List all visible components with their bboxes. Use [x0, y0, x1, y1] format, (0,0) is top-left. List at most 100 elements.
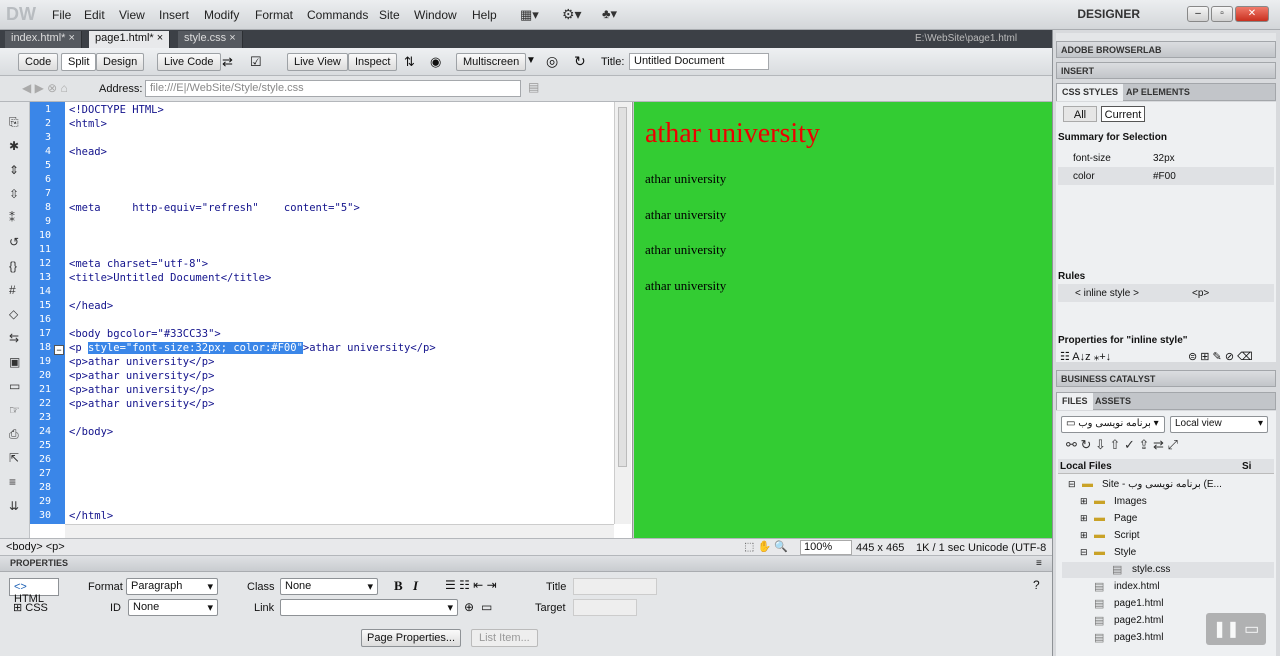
menu-site[interactable]: Site — [379, 8, 400, 22]
files-toolbar-icons[interactable]: ⚯ ↻ ⇩ ⇧ ✓ ⇪ ⇄ ⤢ — [1066, 437, 1178, 453]
code-line[interactable]: <body bgcolor="#33CC33"> — [69, 328, 221, 340]
file-tree-item[interactable]: ⊟ ▬ Style — [1062, 545, 1274, 561]
italic-button[interactable]: I — [413, 578, 418, 594]
current-button[interactable]: Current — [1101, 106, 1145, 122]
code-line[interactable]: <p>athar university</p> — [69, 398, 214, 410]
file-tree-item[interactable]: ⊞ ▬ Images — [1062, 494, 1274, 510]
browserlab-panel-header[interactable]: ADOBE BROWSERLAB — [1056, 41, 1276, 58]
workspace-switcher[interactable]: DESIGNER — [1077, 7, 1140, 21]
coding-toolbar-icons[interactable]: ⎘ ✱ ⇕ ⇳ ⁑ ↺{} # ◇ ⇆ ▣ ▭ ☞ ⎙ ⇱ ≡ ⇊ — [9, 110, 20, 518]
code-line[interactable]: </html> — [69, 510, 113, 522]
expand-icon[interactable]: ⊞ — [1080, 530, 1088, 541]
preview-browser-icon[interactable]: ◉ — [430, 54, 441, 70]
format-select[interactable]: Paragraph ▾ — [126, 578, 218, 595]
code-view-button[interactable]: Code — [18, 53, 59, 71]
address-input[interactable]: file:///E|/WebSite/Style/style.css — [145, 80, 521, 97]
inspect-button[interactable]: Inspect — [348, 53, 398, 71]
chevron-down-icon[interactable]: ▼ — [526, 55, 536, 66]
code-line[interactable]: <meta http-equiv="refresh" content="5"> — [69, 202, 360, 214]
expand-icon[interactable]: ⊟ — [1068, 479, 1076, 490]
point-to-file-icon[interactable]: ⊕ — [464, 600, 474, 614]
code-line[interactable]: <head> — [69, 146, 107, 158]
menu-edit[interactable]: Edit — [84, 8, 105, 22]
design-view-button[interactable]: Design — [96, 53, 145, 71]
code-line[interactable]: <p>athar university</p> — [69, 384, 214, 396]
id-select[interactable]: None ▾ — [128, 599, 218, 616]
layout-icon[interactable]: ▦▾ — [520, 7, 539, 23]
document-title-input[interactable]: Untitled Document — [629, 53, 769, 70]
business-catalyst-header[interactable]: BUSINESS CATALYST — [1056, 370, 1276, 387]
tab-ap-elements[interactable]: AP ELEMENTS — [1121, 84, 1195, 101]
vertical-scrollbar[interactable] — [614, 102, 631, 524]
menu-insert[interactable]: Insert — [159, 8, 189, 22]
collapse-icon[interactable]: − — [54, 345, 64, 355]
tab-assets[interactable]: ASSETS — [1090, 393, 1136, 410]
visual-aids-icon[interactable]: ◎ — [546, 53, 558, 70]
back-icon[interactable]: ◀ ▶ ⊗ ⌂ — [22, 81, 68, 95]
video-controls-overlay[interactable]: ❚❚ ▭ — [1206, 613, 1266, 645]
title-prop-input[interactable] — [573, 578, 657, 595]
code-line[interactable]: <!DOCTYPE HTML> — [69, 104, 164, 116]
help-icon[interactable]: ? — [1033, 578, 1040, 592]
close-icon[interactable]: × — [157, 32, 163, 44]
code-line[interactable]: </body> — [69, 426, 113, 438]
insert-panel-header[interactable]: INSERT — [1056, 62, 1276, 79]
debug-icon[interactable]: ⇄ — [222, 54, 233, 70]
select-tools-icon[interactable]: ⬚ ✋ 🔍 — [744, 540, 788, 553]
window-size[interactable]: 445 x 465 — [856, 542, 904, 554]
code-line[interactable]: <p>athar university</p> — [69, 356, 214, 368]
file-management-icon[interactable]: ⇅ — [404, 54, 415, 70]
site-select[interactable]: ▭ برنامه نویسی وب ▾ — [1061, 416, 1165, 433]
target-select[interactable] — [573, 599, 637, 616]
maximize-button[interactable]: ▫ — [1211, 6, 1233, 22]
code-line[interactable]: </head> — [69, 300, 113, 312]
css-mode-button[interactable]: ⊞ CSS — [9, 601, 52, 614]
design-view[interactable]: athar university athar university athar u… — [634, 102, 1052, 538]
gear-icon[interactable]: ⚙▾ — [562, 6, 582, 23]
menu-commands[interactable]: Commands — [307, 8, 368, 22]
refresh-icon[interactable]: ↻ — [574, 53, 586, 70]
multiscreen-button[interactable]: Multiscreen — [456, 53, 527, 71]
horizontal-scrollbar[interactable] — [65, 524, 614, 538]
file-tree-item[interactable]: ▤ style.css — [1062, 562, 1274, 578]
file-tree-item[interactable]: ⊞ ▬ Script — [1062, 528, 1274, 544]
code-line[interactable]: <meta charset="utf-8"> — [69, 258, 208, 270]
expand-icon[interactable]: ⊟ — [1080, 547, 1088, 558]
panel-menu-icon[interactable]: ≡ — [1036, 558, 1042, 569]
code-line[interactable]: <p>athar university</p> — [69, 370, 214, 382]
file-tree-item[interactable]: ▤ index.html — [1062, 579, 1274, 595]
close-icon[interactable]: × — [68, 32, 74, 44]
code-line[interactable]: <title>Untitled Document</title> — [69, 272, 271, 284]
link-input[interactable]: ▾ — [280, 599, 458, 616]
expand-icon[interactable]: ⊞ — [1080, 496, 1088, 507]
browse-icon[interactable]: ▤ — [528, 80, 539, 94]
zoom-select[interactable]: 100% — [800, 540, 852, 555]
class-select[interactable]: None ▾ — [280, 578, 378, 595]
tab-style-css[interactable]: style.css × — [178, 31, 243, 48]
menu-view[interactable]: View — [119, 8, 145, 22]
menu-file[interactable]: File — [52, 8, 71, 22]
folder-icon[interactable]: ▭ — [481, 600, 492, 614]
menu-format[interactable]: Format — [255, 8, 293, 22]
menu-help[interactable]: Help — [472, 8, 497, 22]
minimize-button[interactable]: – — [1187, 6, 1209, 22]
tab-index-html[interactable]: index.html* × — [5, 31, 82, 48]
scroll-thumb[interactable] — [618, 107, 627, 467]
all-button[interactable]: All — [1063, 106, 1097, 122]
list-format-icons[interactable]: ☰ ☷ ⇤ ⇥ — [445, 578, 497, 592]
validate-icon[interactable]: ☑ — [250, 54, 262, 70]
file-tree-item[interactable]: ⊟ ▬ Site - برنامه نویسی وب (E... — [1062, 477, 1274, 493]
bold-button[interactable]: B — [394, 578, 403, 594]
tag-selector[interactable]: <body> <p> — [6, 541, 65, 553]
tab-files[interactable]: FILES — [1057, 393, 1093, 410]
tab-css-styles[interactable]: CSS STYLES — [1057, 84, 1124, 101]
file-tree-item[interactable]: ⊞ ▬ Page — [1062, 511, 1274, 527]
code-editor[interactable] — [0, 102, 633, 538]
split-view-button[interactable]: Split — [61, 53, 97, 71]
close-button[interactable]: ✕ — [1235, 6, 1269, 22]
tab-page1-html[interactable]: page1.html* × — [89, 31, 171, 48]
css-action-icons[interactable]: ⊜ ⊞ ✎ ⊘ ⌫ — [1188, 350, 1253, 363]
code-line[interactable]: <html> — [69, 118, 107, 130]
file-tree-item[interactable]: ▤ page1.html — [1062, 596, 1274, 612]
menu-window[interactable]: Window — [414, 8, 457, 22]
